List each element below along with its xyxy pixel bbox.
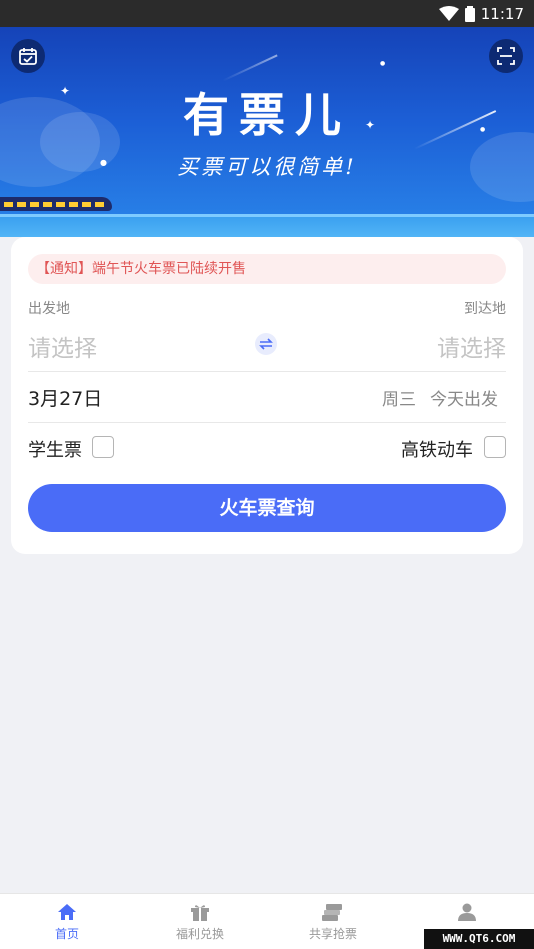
user-icon [458, 903, 476, 921]
divider [28, 371, 506, 372]
home-icon [58, 904, 76, 920]
tab-profile[interactable] [427, 902, 507, 925]
student-ticket-checkbox[interactable] [92, 436, 114, 458]
departure-note: 今天出发 [430, 390, 498, 410]
train-illustration [0, 197, 112, 211]
departure-weekday: 周三 [382, 390, 416, 410]
from-label: 出发地 [28, 301, 70, 317]
from-station-select[interactable]: 请选择 [28, 329, 97, 363]
departure-date[interactable]: 3月27日 [28, 384, 102, 411]
app-slogan: 买票可以很简单! [177, 155, 357, 179]
tab-welfare[interactable]: 福利兑换 [160, 902, 240, 942]
tickets-icon [322, 904, 342, 921]
highspeed-checkbox[interactable] [484, 436, 506, 458]
app-name: 有票儿 [183, 88, 351, 142]
scan-icon [497, 47, 515, 65]
tab-welfare-label: 福利兑换 [175, 927, 224, 941]
status-bar: 11:17 [0, 0, 534, 27]
status-time: 11:17 [480, 4, 524, 23]
highspeed-label: 高铁动车 [401, 440, 473, 461]
notice-banner[interactable]: 【通知】端午节火车票已陆续开售 [28, 254, 506, 284]
calendar-check-button[interactable] [11, 39, 45, 73]
tab-home[interactable]: 首页 [27, 902, 107, 942]
battery-icon [464, 5, 475, 22]
search-tickets-button[interactable]: 火车票查询 [28, 484, 506, 532]
swap-stations-button[interactable] [255, 333, 277, 355]
site-watermark: WWW.QT6.COM [424, 929, 534, 949]
hero-banner: ✦ ● ✦ ● ● 有票儿 买票可以很简单! [0, 27, 534, 237]
ticket-search-card: 【通知】端午节火车票已陆续开售 出发地 到达地 请选择 请选择 3月27日 周三… [11, 237, 523, 554]
calendar-check-icon [19, 48, 37, 65]
student-ticket-label: 学生票 [28, 440, 82, 461]
divider [28, 422, 506, 423]
to-station-select[interactable]: 请选择 [437, 329, 506, 363]
tab-share-grab[interactable]: 共享抢票 [293, 902, 373, 942]
tab-share-grab-label: 共享抢票 [308, 927, 357, 941]
to-label: 到达地 [464, 301, 506, 317]
wifi-icon [438, 6, 459, 21]
scan-button[interactable] [489, 39, 523, 73]
gift-icon [191, 905, 209, 921]
tab-home-label: 首页 [54, 927, 79, 941]
swap-icon [259, 338, 273, 350]
